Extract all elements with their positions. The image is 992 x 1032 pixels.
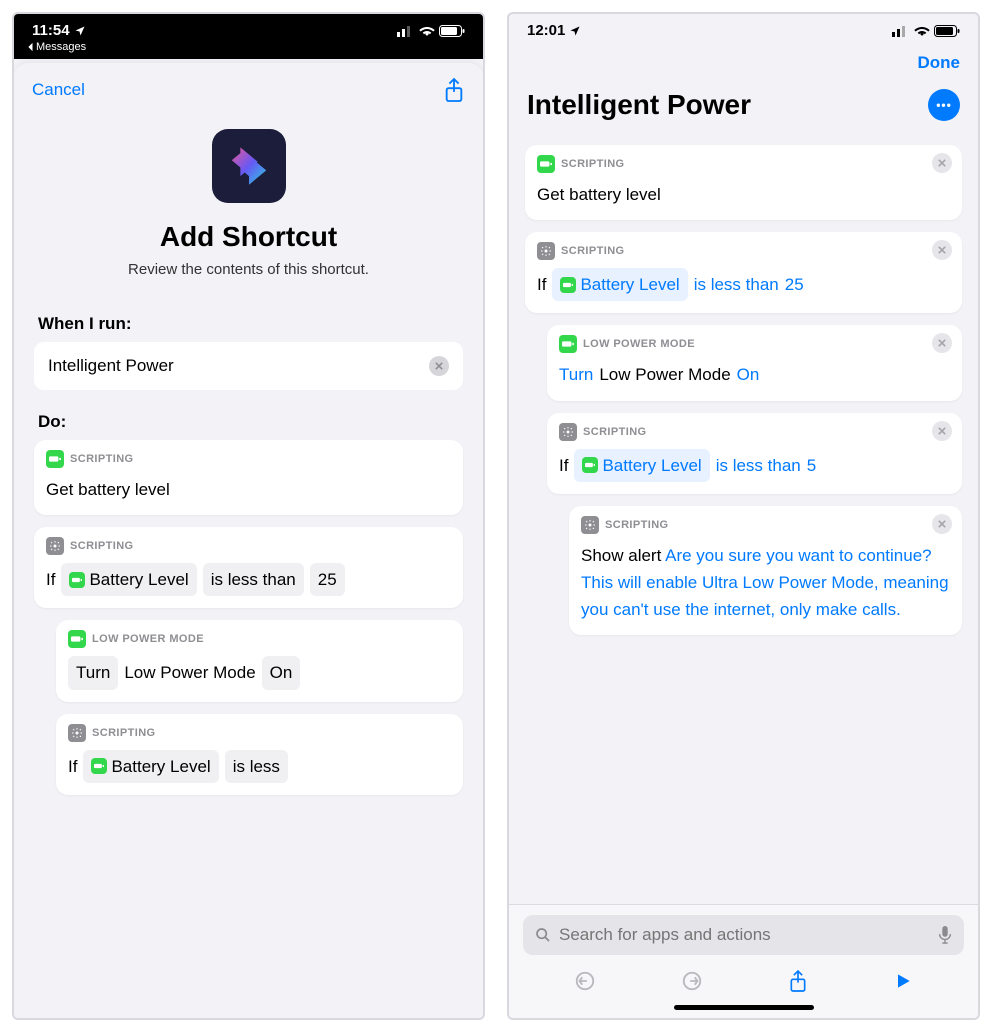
turn-token[interactable]: Turn (559, 361, 593, 388)
location-icon (569, 25, 581, 37)
action-body: Get battery level (46, 476, 451, 503)
more-button[interactable]: ••• (928, 89, 960, 121)
turn-token[interactable]: Turn (68, 656, 118, 689)
status-time: 12:01 (527, 22, 565, 39)
add-shortcut-title: Add Shortcut (44, 221, 453, 253)
value-token[interactable]: 25 (310, 563, 345, 596)
shortcuts-app-icon (212, 129, 286, 203)
status-bar: 11:54 (14, 14, 483, 41)
condition-token[interactable]: is less than (716, 452, 801, 479)
action-card[interactable]: SCRIPTING Show alert Are you sure you wa… (569, 506, 962, 636)
state-token[interactable]: On (737, 361, 760, 388)
run-button[interactable] (893, 971, 913, 991)
condition-token[interactable]: is less than (694, 271, 779, 298)
search-icon (535, 927, 551, 943)
do-label: Do: (14, 400, 483, 440)
gear-icon (46, 537, 64, 555)
gear-icon (559, 423, 577, 441)
condition-token[interactable]: is less than (203, 563, 304, 596)
action-card[interactable]: LOW POWER MODE Turn Low Power Mode On (56, 620, 463, 701)
undo-button[interactable] (574, 970, 596, 992)
shortcut-title: Intelligent Power (527, 89, 751, 121)
share-button[interactable] (788, 969, 808, 993)
battery-icon (68, 630, 86, 648)
add-shortcut-subtitle: Review the contents of this shortcut. (44, 261, 453, 278)
battery-icon (559, 335, 577, 353)
cancel-button[interactable]: Cancel (32, 80, 85, 100)
status-time: 11:54 (32, 22, 70, 39)
value-token[interactable]: 5 (807, 452, 816, 479)
battery-icon (537, 155, 555, 173)
action-card[interactable]: LOW POWER MODE Turn Low Power Mode On (547, 325, 962, 400)
phone-right: 12:01 Done Intelligent Power ••• SCRIPTI… (507, 12, 980, 1020)
delete-action-icon[interactable] (932, 514, 952, 534)
delete-action-icon[interactable] (932, 421, 952, 441)
value-token[interactable]: 25 (785, 271, 804, 298)
toolbar (523, 955, 964, 1003)
action-card[interactable]: SCRIPTING If Battery Level is less than … (34, 527, 463, 608)
action-card[interactable]: SCRIPTING Get battery level (525, 145, 962, 220)
action-card[interactable]: SCRIPTING If Battery Level is less than … (547, 413, 962, 494)
gear-icon (68, 724, 86, 742)
location-icon (74, 25, 86, 37)
gear-icon (581, 516, 599, 534)
share-button[interactable] (443, 77, 465, 103)
status-icons (892, 25, 960, 37)
action-card[interactable]: SCRIPTING If Battery Level is less (56, 714, 463, 795)
back-to-app[interactable]: Messages (14, 41, 483, 59)
state-token[interactable]: On (262, 656, 301, 689)
variable-token[interactable]: Battery Level (83, 750, 218, 783)
when-i-run-label: When I run: (14, 302, 483, 342)
clear-name-icon[interactable] (429, 356, 449, 376)
home-indicator[interactable] (674, 1005, 814, 1010)
variable-token[interactable]: Battery Level (61, 563, 196, 596)
shortcut-name-field[interactable]: Intelligent Power (34, 342, 463, 390)
action-card[interactable]: SCRIPTING If Battery Level is less than … (525, 232, 962, 313)
nav-bar: Cancel (14, 63, 483, 113)
delete-action-icon[interactable] (932, 153, 952, 173)
search-input[interactable] (559, 925, 930, 945)
action-card[interactable]: SCRIPTING Get battery level (34, 440, 463, 515)
condition-token[interactable]: is less (225, 750, 288, 783)
done-button[interactable]: Done (918, 53, 961, 73)
shortcut-name-value: Intelligent Power (48, 356, 174, 376)
status-icons (397, 25, 465, 37)
redo-button[interactable] (681, 970, 703, 992)
variable-token[interactable]: Battery Level (574, 449, 709, 482)
phone-left: 11:54 Messages Cancel Add Shortcut Revi (12, 12, 485, 1020)
variable-token[interactable]: Battery Level (552, 268, 687, 301)
gear-icon (537, 242, 555, 260)
search-field[interactable] (523, 915, 964, 955)
battery-icon (46, 450, 64, 468)
status-bar: 12:01 (509, 14, 978, 39)
mic-icon[interactable] (938, 926, 952, 944)
